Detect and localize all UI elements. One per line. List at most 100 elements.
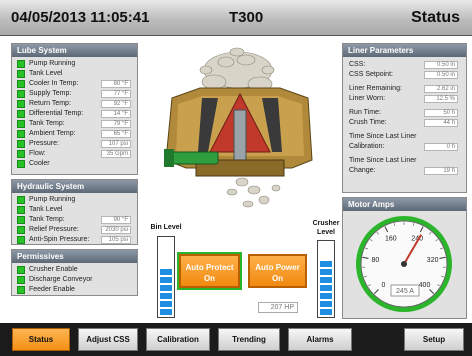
status-led — [17, 100, 25, 108]
hydraulic-value: 105 psi — [101, 236, 131, 244]
lube-label: Pump Running — [29, 60, 76, 67]
hydraulic-system-rows: Pump Running Tank Level Tank Temp: 90 °F Rel… — [12, 193, 137, 245]
bin-level-segment — [160, 301, 172, 307]
lube-system-rows: Pump Running Tank Level Cooler In Temp: 80 … — [12, 57, 137, 169]
tab-adjust-css[interactable]: Adjust CSS — [78, 328, 138, 351]
css-setpoint-value: 0.50 in — [424, 71, 458, 79]
motor-amps-gauge: 080160 240320400 245 A — [356, 216, 452, 312]
lube-row: Pump Running — [12, 59, 137, 69]
permissive-row: Feeder Enable — [12, 285, 137, 295]
auto-power-button[interactable]: Auto Power On — [248, 254, 307, 288]
permissive-row: Crusher Enable — [12, 265, 137, 275]
crusher-level-segment — [320, 301, 332, 307]
crush-time-value: 44 h — [424, 119, 458, 127]
status-led — [17, 160, 25, 168]
lube-label: Return Temp: — [29, 100, 71, 107]
crusher-level-segment — [320, 269, 332, 275]
permissive-label: Discharge Conveyor — [29, 276, 93, 283]
status-led — [17, 266, 25, 274]
crush-time-row: Crush Time: 44 h — [343, 118, 466, 128]
gauge-tick-label: 400 — [419, 282, 431, 289]
screen-title: Status — [411, 9, 460, 26]
permissives-panel: Permissives Crusher Enable Discharge Conv… — [11, 249, 138, 296]
gauge-tick-label: 160 — [385, 236, 397, 243]
crusher-level-bar — [317, 240, 335, 318]
power-readout: 207 HP — [258, 302, 298, 313]
lube-value: 77 °F — [101, 90, 131, 98]
tab-alarms[interactable]: Alarms — [288, 328, 352, 351]
lube-system-panel: Lube System Pump Running Tank Level Cooler… — [11, 43, 138, 175]
lube-row: Pressure: 107 psi — [12, 139, 137, 149]
run-time-row: Run Time: 50 h — [343, 108, 466, 118]
css-row: CSS: 0.50 in — [343, 60, 466, 70]
tab-trending[interactable]: Trending — [218, 328, 280, 351]
tab-setup[interactable]: Setup — [404, 328, 464, 351]
status-led — [17, 216, 25, 224]
bottom-nav: Status Adjust CSS Calibration Trending A… — [0, 323, 472, 356]
lube-value: 107 psi — [101, 140, 131, 148]
tab-calibration[interactable]: Calibration — [146, 328, 210, 351]
bin-level-segment — [160, 293, 172, 299]
status-led — [17, 110, 25, 118]
liner-parameters-title: Liner Parameters — [343, 44, 466, 57]
crusher-level-label: Crusher Level — [312, 220, 340, 236]
status-led — [17, 276, 25, 284]
status-led — [17, 140, 25, 148]
lube-label: Tank Temp: — [29, 120, 65, 127]
gauge-hub — [401, 261, 407, 267]
gauge-tick-label: 80 — [371, 257, 379, 264]
run-time-value: 50 h — [424, 109, 458, 117]
lube-value: 79 °F — [101, 120, 131, 128]
hydraulic-row: Anti-Spin Pressure: 105 psi — [12, 235, 137, 245]
lube-value: 92 °F — [101, 100, 131, 108]
bin-level-segment — [160, 269, 172, 275]
liner-remaining-value: 2.62 in — [424, 85, 458, 93]
bin-level-segment — [160, 277, 172, 283]
status-led — [17, 80, 25, 88]
change-time-row: Change: 19 h — [343, 166, 466, 176]
hydraulic-row: Tank Level — [12, 205, 137, 215]
hydraulic-label: Pump Running — [29, 196, 76, 203]
permissive-label: Crusher Enable — [29, 266, 78, 273]
title-bar: 04/05/2013 11:05:41 T300 Status — [0, 0, 472, 36]
lube-system-title: Lube System — [12, 44, 137, 57]
status-led — [17, 130, 25, 138]
hydraulic-label: Anti-Spin Pressure: — [29, 236, 90, 243]
lube-label: Supply Temp: — [29, 90, 72, 97]
change-time-label-row: Time Since Last Liner — [349, 157, 417, 164]
hydraulic-row: Pump Running — [12, 195, 137, 205]
gauge-readout: 245 A — [396, 288, 414, 295]
lube-value: 80 °F — [101, 80, 131, 88]
motor-amps-title: Motor Amps — [343, 198, 466, 211]
lube-value: 35 Gpm — [101, 150, 131, 158]
change-time-value: 19 h — [424, 167, 458, 175]
main-area: Lube System Pump Running Tank Level Cooler… — [0, 36, 472, 323]
gauge-tick-label: 0 — [382, 282, 386, 289]
tab-status[interactable]: Status — [12, 328, 70, 351]
hydraulic-label: Tank Temp: — [29, 216, 65, 223]
hydraulic-system-panel: Hydraulic System Pump Running Tank Level T… — [11, 179, 138, 245]
calibration-time-value: 0 h — [424, 143, 458, 151]
liner-worn-row: Liner Worn: 12.5 % — [343, 94, 466, 104]
lube-row: Flow: 35 Gpm — [12, 149, 137, 159]
lube-row: Supply Temp: 77 °F — [12, 89, 137, 99]
datetime: 04/05/2013 11:05:41 — [11, 9, 150, 26]
lube-row: Tank Level — [12, 69, 137, 79]
css-setpoint-row: CSS Setpoint: 0.50 in — [343, 70, 466, 80]
gauge-tick-label: 320 — [427, 257, 439, 264]
hydraulic-value: 90 °F — [101, 216, 131, 224]
status-led — [17, 236, 25, 244]
lube-row: Cooler In Temp: 80 °F — [12, 79, 137, 89]
crusher-level-segment — [320, 285, 332, 291]
liner-parameters-panel: Liner Parameters CSS: 0.50 in CSS Setpoin… — [342, 43, 467, 193]
lube-row: Ambient Temp: 65 °F — [12, 129, 137, 139]
status-led — [17, 90, 25, 98]
status-led — [17, 120, 25, 128]
css-value: 0.50 in — [424, 61, 458, 69]
machine-title: T300 — [229, 9, 264, 26]
motor-amps-panel: Motor Amps 0 80 160 240 320 400 245 A — [342, 197, 467, 319]
status-led — [17, 196, 25, 204]
lube-label: Differential Temp: — [29, 110, 84, 117]
auto-protect-button[interactable]: Auto Protect On — [177, 252, 242, 290]
hydraulic-row: Relief Pressure: 2030 psi — [12, 225, 137, 235]
